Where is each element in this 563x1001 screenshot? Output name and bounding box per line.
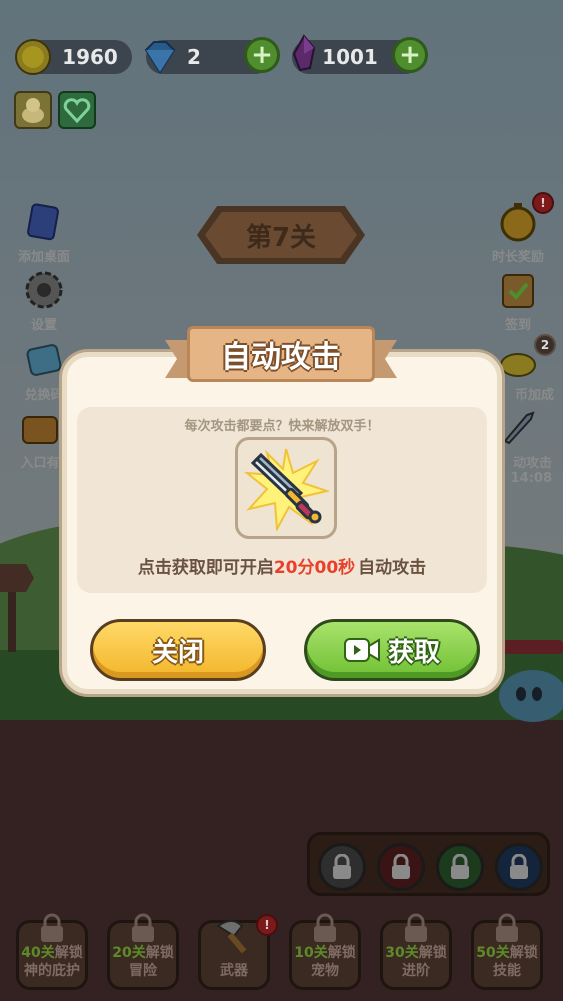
sword-icon (243, 448, 329, 531)
get-button-label: 获取 (387, 637, 440, 668)
unlock-level: 50关 (476, 945, 510, 961)
time-reward-button[interactable]: 时长奖励 ! (478, 192, 558, 265)
lock-icon (405, 913, 427, 942)
auto-attack-dialog: 每次攻击都要点？快来解放双手！ 点击获取即可开启20分00秒 自动攻击 关闭 获取 (62, 352, 502, 694)
level-label: 第7关 (205, 212, 357, 258)
settings-label: 设置 (30, 318, 57, 333)
close-button[interactable]: 关闭 (90, 619, 266, 681)
weapon-badge: ! (256, 914, 278, 936)
unlock-level: 20关 (112, 945, 146, 961)
unlock-word: 解锁 (418, 945, 447, 961)
gear-icon (18, 264, 70, 316)
diamond-icon (144, 41, 176, 74)
unlock-word: 解锁 (509, 945, 538, 961)
close-button-label: 关闭 (151, 637, 204, 668)
bottom-tab-label: 神的庇护 (24, 963, 80, 979)
bottom-tab-weapon[interactable]: 武器 ! (196, 912, 278, 992)
settings-button[interactable]: 设置 (4, 264, 84, 333)
reward-item-frame (235, 437, 337, 539)
gold-counter: 1960 (15, 39, 132, 75)
locked-slot[interactable] (318, 843, 366, 891)
bottom-tab-adventure[interactable]: 20关解锁 冒险 (105, 912, 181, 992)
checkin-icon (492, 264, 544, 316)
desc-suffix: 自动攻击 (358, 558, 427, 578)
lock-icon (510, 854, 528, 879)
unlock-word: 解锁 (54, 945, 83, 961)
bottom-tab-divine-protection[interactable]: 40关解锁 神的庇护 (14, 912, 90, 992)
time-reward-badge: ! (532, 192, 554, 214)
add-diamonds-button[interactable]: + (244, 37, 280, 73)
lock-icon (314, 913, 336, 942)
locked-slot[interactable] (495, 843, 543, 891)
dialog-description: 点击获取即可开启20分00秒 自动攻击 (67, 553, 497, 578)
lock-icon (132, 913, 154, 942)
mascot-icon (22, 98, 44, 123)
purple-crystal-icon (292, 34, 316, 72)
locked-slot[interactable] (436, 843, 484, 891)
checkin-button[interactable]: 签到 (478, 264, 558, 333)
bottom-tab-text: 30关解锁 进阶 (378, 944, 454, 980)
video-camera-icon (343, 638, 380, 662)
unlock-level: 40关 (21, 945, 55, 961)
bottom-tab-text: 40关解锁 神的庇护 (14, 944, 90, 980)
unlock-level: 10关 (294, 945, 328, 961)
axe-weapon-icon (216, 920, 247, 954)
mascot-button[interactable] (14, 91, 52, 129)
diamond-counter: 2 + (144, 37, 280, 74)
card-shortcut-icon (18, 196, 70, 248)
lock-icon (333, 854, 351, 879)
lock-icon (451, 854, 469, 879)
desc-duration: 20分00秒 (273, 558, 356, 578)
unlock-level: 30关 (385, 945, 419, 961)
unlock-word: 解锁 (145, 945, 174, 961)
bottom-tab-advance[interactable]: 30关解锁 进阶 (378, 912, 454, 992)
add-crystals-button[interactable]: + (392, 37, 428, 73)
lock-icon (41, 913, 63, 942)
desc-prefix: 点击获取即可开启 (137, 558, 274, 578)
dialog-title: 自动攻击 (187, 326, 375, 382)
lock-icon (496, 913, 518, 942)
unlock-word: 解锁 (327, 945, 356, 961)
bottom-tab-label: 进阶 (402, 963, 430, 979)
bottom-tab-label: 宠物 (311, 963, 339, 979)
bottom-tab-pet[interactable]: 10关解锁 宠物 (287, 912, 363, 992)
bottom-tab-label: 武器 (220, 963, 248, 979)
dialog-subtitle: 每次攻击都要点？快来解放双手！ (184, 419, 380, 434)
coin-boost-badge: 2 (534, 334, 556, 356)
time-reward-label: 时长奖励 (491, 250, 544, 265)
bottom-tab-skill[interactable]: 50关解锁 技能 (469, 912, 545, 992)
dialog-title-ribbon: 自动攻击 (165, 326, 397, 384)
chest-icon (14, 402, 66, 454)
crystal-counter: 1001 + (292, 34, 428, 74)
bottom-tab-text: 50关解锁 技能 (469, 944, 545, 980)
heart-people-icon (63, 98, 91, 124)
bottom-tab-text: 10关解锁 宠物 (287, 944, 363, 980)
get-button[interactable]: 获取 (304, 619, 480, 681)
bottom-tab-label: 冒险 (129, 963, 157, 979)
level-indicator: 第7关 (197, 206, 365, 264)
friends-button[interactable] (58, 91, 96, 129)
lock-icon (392, 854, 410, 879)
checkin-label: 签到 (504, 318, 531, 333)
bottom-tab-text: 武器 (196, 962, 272, 980)
gold-coin-icon (15, 39, 51, 75)
bottom-tab-text: 20关解锁 冒险 (105, 944, 181, 980)
add-to-desktop-button[interactable]: 添加桌面 (4, 196, 84, 265)
add-to-desktop-label: 添加桌面 (17, 250, 70, 265)
locked-slot[interactable] (377, 843, 425, 891)
bottom-tab-label: 技能 (493, 963, 521, 979)
locked-slots-panel (307, 832, 550, 896)
